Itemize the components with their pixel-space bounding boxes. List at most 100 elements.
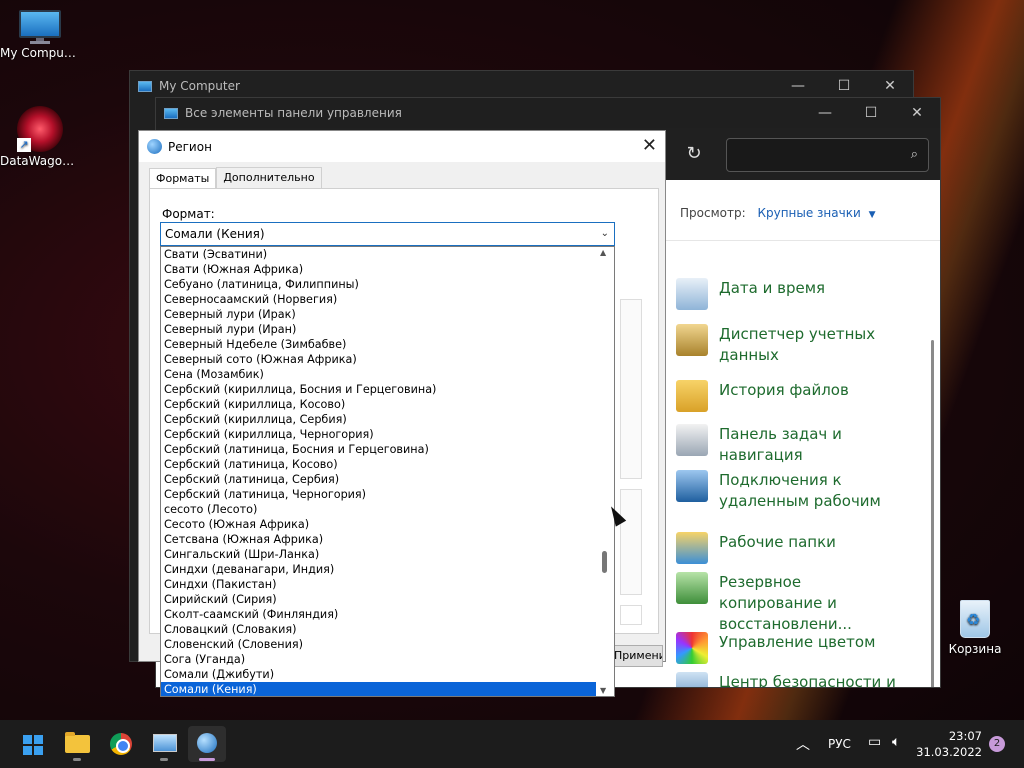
close-icon[interactable]: ✕ bbox=[867, 78, 913, 94]
cp-item-label: История файлов bbox=[719, 381, 849, 399]
minimize-icon[interactable]: — bbox=[802, 105, 848, 121]
dropdown-option[interactable]: Сербский (латиница, Косово) bbox=[161, 457, 597, 472]
minimize-icon[interactable]: — bbox=[775, 78, 821, 94]
desktop-icon-recycle-bin[interactable]: ♻ Корзина bbox=[935, 596, 1015, 656]
dropdown-scrollbar[interactable]: ▲ ▼ bbox=[596, 247, 614, 696]
view-selector[interactable]: Просмотр: Крупные значки ▼ bbox=[680, 206, 876, 220]
dropdown-option[interactable]: сесото (Лесото) bbox=[161, 502, 597, 517]
taskbar-region[interactable] bbox=[188, 726, 226, 762]
chevron-down-icon: ⌄ bbox=[600, 228, 609, 239]
desktop-icon-datawagon[interactable]: ↗ DataWagon... bbox=[0, 106, 80, 168]
dropdown-option[interactable]: Сена (Мозамбик) bbox=[161, 367, 597, 382]
dropdown-option[interactable]: Сога (Уганда) bbox=[161, 652, 597, 667]
clock-date: 31.03.2022 bbox=[916, 745, 982, 759]
dropdown-option[interactable]: Свати (Эсватини) bbox=[161, 247, 597, 262]
dropdown-option[interactable]: Северный лури (Ирак) bbox=[161, 307, 597, 322]
dropdown-option[interactable]: Сербский (латиница, Босния и Герцеговина… bbox=[161, 442, 597, 457]
dropdown-option[interactable]: Северносаамский (Норвегия) bbox=[161, 292, 597, 307]
dropdown-option[interactable]: Сирийский (Сирия) bbox=[161, 592, 597, 607]
cp-item-credential-manager[interactable]: Диспетчер учетных данных bbox=[676, 324, 906, 366]
volume-icon[interactable]: 🔈︎ bbox=[892, 734, 900, 750]
monitor-icon bbox=[19, 10, 61, 44]
dropdown-option[interactable]: Словацкий (Словакия) bbox=[161, 622, 597, 637]
dropdown-option[interactable]: Сомали (Кения) bbox=[161, 682, 597, 696]
cp-item-label: Рабочие папки bbox=[719, 533, 836, 551]
network-icon[interactable]: ▭ bbox=[868, 734, 881, 750]
dropdown-option[interactable]: Сербский (кириллица, Сербия) bbox=[161, 412, 597, 427]
folder-icon bbox=[65, 732, 90, 753]
dialog-titlebar[interactable]: Регион ✕ bbox=[139, 131, 665, 162]
dropdown-option[interactable]: Синдхи (Пакистан) bbox=[161, 577, 597, 592]
dropdown-option[interactable]: Свати (Южная Африка) bbox=[161, 262, 597, 277]
desktop-icon-my-computer[interactable]: My Computer bbox=[0, 10, 80, 60]
format-combobox[interactable]: Сомали (Кения) ⌄ bbox=[160, 222, 615, 246]
cp-item-color-management[interactable]: Управление цветом bbox=[676, 632, 906, 664]
tab-formats[interactable]: Форматы bbox=[149, 168, 217, 190]
cp-item-security-center[interactable]: Центр безопасности и bbox=[676, 672, 906, 687]
cp-item-label: Резервное копирование и восстановлени... bbox=[719, 573, 852, 633]
dropdown-option[interactable]: Сербский (кириллица, Босния и Герцеговин… bbox=[161, 382, 597, 397]
close-icon[interactable]: ✕ bbox=[642, 135, 657, 156]
taskbar: ︿ РУС ▭ 🔈︎ 23:07 31.03.2022 2 bbox=[0, 720, 1024, 768]
scroll-thumb[interactable] bbox=[602, 551, 607, 573]
tab-advanced[interactable]: Дополнительно bbox=[216, 167, 322, 189]
cp-item-file-history[interactable]: История файлов bbox=[676, 380, 906, 412]
dropdown-option[interactable]: Северный Ндебеле (Зимбабве) bbox=[161, 337, 597, 352]
globe-icon bbox=[197, 733, 217, 753]
cp-item-label: Управление цветом bbox=[719, 633, 876, 651]
dropdown-items: Свати (Эсватини) Свати (Южная Африка) Себу… bbox=[161, 247, 597, 696]
format-selected-value: Сомали (Кения) bbox=[165, 227, 265, 241]
clock-time: 23:07 bbox=[948, 729, 982, 743]
cp-item-remote-desktop[interactable]: Подключения к удаленным рабочим bbox=[676, 470, 906, 512]
window-titlebar[interactable]: Все элементы панели управления — ☐ ✕ bbox=[156, 98, 940, 128]
cp-item-label: Подключения к удаленным рабочим bbox=[719, 471, 881, 510]
remote-desktop-icon bbox=[676, 470, 708, 502]
scrollbar[interactable] bbox=[931, 340, 934, 687]
view-value[interactable]: Крупные значки bbox=[757, 206, 860, 220]
dropdown-option[interactable]: Сомали (Джибути) bbox=[161, 667, 597, 682]
clock[interactable]: 23:07 31.03.2022 bbox=[916, 728, 982, 760]
apply-button[interactable]: Применить bbox=[613, 645, 663, 667]
dropdown-option[interactable]: Словенский (Словения) bbox=[161, 637, 597, 652]
format-dropdown-list[interactable]: Свати (Эсватини) Свати (Южная Африка) Себу… bbox=[160, 246, 615, 697]
dropdown-option[interactable]: Синдхи (деванагари, Индия) bbox=[161, 562, 597, 577]
chevron-down-icon: ▼ bbox=[868, 210, 876, 220]
dropdown-option[interactable]: Северный лури (Иран) bbox=[161, 322, 597, 337]
dropdown-option[interactable]: Северный сото (Южная Африка) bbox=[161, 352, 597, 367]
dropdown-option[interactable]: Сколт-саамский (Финляндия) bbox=[161, 607, 597, 622]
hidden-panel-edge bbox=[620, 489, 642, 595]
refresh-icon[interactable]: ↻ bbox=[678, 138, 710, 170]
taskbar-chrome[interactable] bbox=[101, 726, 139, 762]
cp-item-taskbar-navigation[interactable]: Панель задач и навигация bbox=[676, 424, 906, 466]
scroll-down-icon[interactable]: ▼ bbox=[600, 686, 606, 695]
cp-item-backup-restore[interactable]: Резервное копирование и восстановлени... bbox=[676, 572, 906, 635]
cp-item-date-time[interactable]: Дата и время bbox=[676, 278, 906, 310]
dropdown-option[interactable]: Сербский (кириллица, Черногория) bbox=[161, 427, 597, 442]
search-icon: ⌕ bbox=[910, 147, 918, 162]
desktop-icon-label: DataWagon... bbox=[0, 154, 80, 168]
chrome-icon bbox=[110, 733, 132, 755]
dropdown-option[interactable]: Сесото (Южная Африка) bbox=[161, 517, 597, 532]
start-button[interactable] bbox=[13, 726, 51, 762]
maximize-icon[interactable]: ☐ bbox=[848, 105, 894, 121]
notification-badge[interactable]: 2 bbox=[989, 736, 1005, 752]
taskbar-control-panel[interactable] bbox=[145, 726, 183, 762]
cp-item-work-folders[interactable]: Рабочие папки bbox=[676, 532, 906, 564]
taskbar-explorer[interactable] bbox=[58, 726, 96, 762]
maximize-icon[interactable]: ☐ bbox=[821, 78, 867, 94]
dialog-title: Регион bbox=[168, 139, 212, 154]
language-indicator[interactable]: РУС bbox=[828, 737, 851, 751]
format-label: Формат: bbox=[162, 207, 215, 221]
divider bbox=[666, 240, 940, 241]
chevron-up-icon[interactable]: ︿ bbox=[796, 734, 810, 754]
window-title: Все элементы панели управления bbox=[185, 106, 402, 120]
dropdown-option[interactable]: Сингальский (Шри-Ланка) bbox=[161, 547, 597, 562]
dropdown-option[interactable]: Сетсвана (Южная Африка) bbox=[161, 532, 597, 547]
search-input[interactable]: ⌕ bbox=[726, 138, 929, 172]
dropdown-option[interactable]: Сербский (латиница, Черногория) bbox=[161, 487, 597, 502]
dropdown-option[interactable]: Себуано (латиница, Филиппины) bbox=[161, 277, 597, 292]
close-icon[interactable]: ✕ bbox=[894, 105, 940, 121]
dropdown-option[interactable]: Сербский (латиница, Сербия) bbox=[161, 472, 597, 487]
scroll-up-icon[interactable]: ▲ bbox=[600, 248, 606, 257]
dropdown-option[interactable]: Сербский (кириллица, Косово) bbox=[161, 397, 597, 412]
